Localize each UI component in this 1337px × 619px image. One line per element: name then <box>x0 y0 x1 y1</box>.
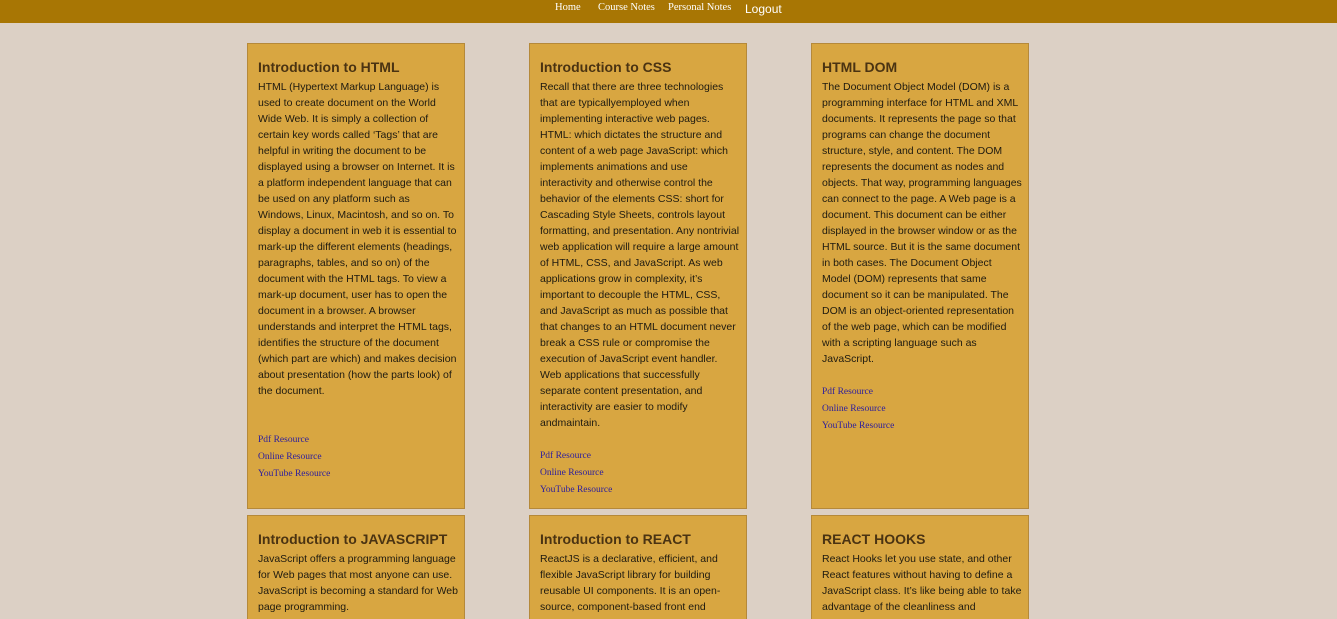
online-resource-link[interactable]: Online Resource <box>822 401 894 418</box>
logout-link[interactable]: Logout <box>745 2 782 16</box>
nav-personal-notes-link[interactable]: Personal Notes <box>668 2 731 13</box>
card-title: Introduction to JAVASCRIPT <box>258 531 448 547</box>
card-title: Introduction to HTML <box>258 59 400 75</box>
card-resource-links: Pdf Resource Online Resource YouTube Res… <box>258 432 330 483</box>
course-card-react: Introduction to REACT ReactJS is a decla… <box>529 515 747 619</box>
card-resource-links: Pdf Resource Online Resource YouTube Res… <box>540 448 612 499</box>
card-description: ReactJS is a declarative, efficient, and… <box>540 553 721 613</box>
nav-home-link[interactable]: Home <box>555 2 581 13</box>
card-description: React Hooks let you use state, and other… <box>822 553 1022 613</box>
course-card-react-hooks: REACT HOOKS React Hooks let you use stat… <box>811 515 1029 619</box>
pdf-resource-link[interactable]: Pdf Resource <box>540 448 612 465</box>
card-title: Introduction to CSS <box>540 59 672 75</box>
nav-course-notes-link[interactable]: Course Notes <box>598 2 655 13</box>
card-title: HTML DOM <box>822 59 898 75</box>
card-description: Recall that there are three technologies… <box>540 81 740 429</box>
online-resource-link[interactable]: Online Resource <box>258 449 330 466</box>
online-resource-link[interactable]: Online Resource <box>540 465 612 482</box>
pdf-resource-link[interactable]: Pdf Resource <box>822 384 894 401</box>
course-card-html: Introduction to HTML HTML (Hypertext Mar… <box>247 43 465 509</box>
card-title: Introduction to REACT <box>540 531 691 547</box>
course-card-css: Introduction to CSS Recall that there ar… <box>529 43 747 509</box>
card-description: HTML (Hypertext Markup Language) is used… <box>258 81 457 397</box>
pdf-resource-link[interactable]: Pdf Resource <box>258 432 330 449</box>
youtube-resource-link[interactable]: YouTube Resource <box>540 482 612 499</box>
course-card-javascript: Introduction to JAVASCRIPT JavaScript of… <box>247 515 465 619</box>
card-title: REACT HOOKS <box>822 531 926 547</box>
card-description: JavaScript offers a programming language… <box>258 553 458 613</box>
course-card-html-dom: HTML DOM The Document Object Model (DOM)… <box>811 43 1029 509</box>
youtube-resource-link[interactable]: YouTube Resource <box>822 418 894 435</box>
card-resource-links: Pdf Resource Online Resource YouTube Res… <box>822 384 894 435</box>
card-description: The Document Object Model (DOM) is a pro… <box>822 81 1022 365</box>
main-nav: Home Course Notes Personal Notes Logout <box>0 0 1337 23</box>
youtube-resource-link[interactable]: YouTube Resource <box>258 466 330 483</box>
